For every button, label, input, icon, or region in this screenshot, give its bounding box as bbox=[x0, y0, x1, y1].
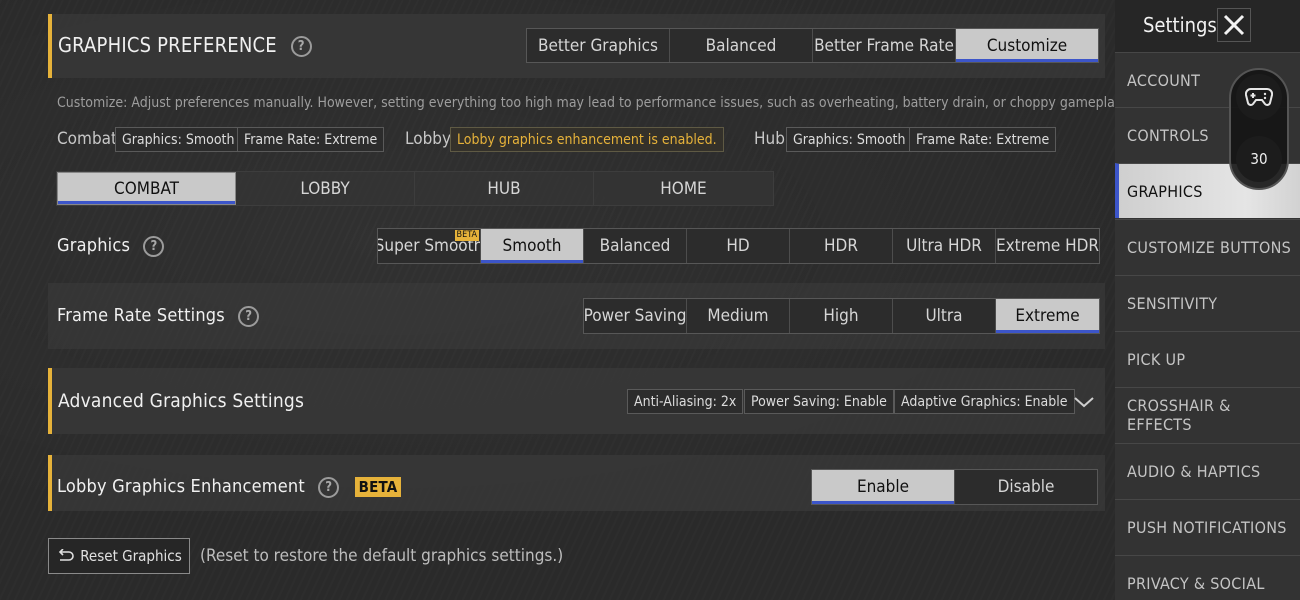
frame-rate-label: Frame Rate Settings ? bbox=[57, 305, 260, 327]
reset-graphics-button[interactable]: Reset Graphics bbox=[48, 538, 190, 574]
frame-rate-selector: Power Saving Medium High Ultra Extreme bbox=[583, 298, 1100, 334]
sidebar-item-customize-buttons[interactable]: CUSTOMIZE BUTTONS bbox=[1115, 219, 1300, 274]
hub-summary-label: Hub bbox=[754, 129, 785, 149]
sidebar-item-pick-up[interactable]: PICK UP bbox=[1115, 331, 1300, 386]
preset-customize[interactable]: Customize bbox=[956, 29, 1098, 62]
help-icon[interactable]: ? bbox=[318, 476, 340, 498]
preset-better-graphics[interactable]: Better Graphics bbox=[527, 29, 670, 62]
graphics-super-smooth[interactable]: Super Smooth BETA bbox=[378, 229, 481, 263]
graphics-preset-selector: Better Graphics Balanced Better Frame Ra… bbox=[526, 28, 1099, 63]
combat-frame-rate-chip: Frame Rate: Extreme bbox=[237, 127, 385, 152]
lobby-enhancement-title: Lobby Graphics Enhancement ? BETA bbox=[57, 476, 402, 498]
graphics-preference-title: GRAPHICS PREFERENCE ? bbox=[58, 33, 312, 57]
anti-aliasing-chip: Anti-Aliasing: 2x bbox=[627, 389, 744, 414]
lobby-enhancement-enable[interactable]: Enable bbox=[812, 470, 955, 504]
lobby-enhancement-toggle: Enable Disable bbox=[811, 469, 1098, 505]
frame-rate-ultra[interactable]: Ultra bbox=[893, 299, 996, 333]
reset-icon bbox=[59, 549, 75, 561]
frame-rate-medium[interactable]: Medium bbox=[687, 299, 790, 333]
tab-home[interactable]: HOME bbox=[594, 172, 773, 205]
help-icon[interactable]: ? bbox=[143, 235, 165, 257]
graphics-extreme-hdr[interactable]: Extreme HDR bbox=[996, 229, 1099, 263]
graphics-balanced[interactable]: Balanced bbox=[584, 229, 687, 263]
frame-rate-extreme[interactable]: Extreme bbox=[996, 299, 1099, 333]
graphics-quality-label: Graphics ? bbox=[57, 235, 165, 257]
graphics-settings-main: GRAPHICS PREFERENCE ? Better Graphics Ba… bbox=[0, 0, 1124, 600]
reset-graphics-label: Reset Graphics bbox=[80, 547, 182, 565]
adaptive-graphics-chip: Adaptive Graphics: Enable bbox=[894, 389, 1075, 414]
floating-fps-widget[interactable]: 30 bbox=[1229, 68, 1289, 190]
settings-title: Settings bbox=[1143, 13, 1217, 37]
help-icon[interactable]: ? bbox=[238, 305, 260, 327]
lobby-summary-label: Lobby bbox=[405, 129, 452, 149]
hub-graphics-chip: Graphics: Smooth bbox=[786, 127, 913, 152]
sidebar-item-push-notifications[interactable]: PUSH NOTIFICATIONS bbox=[1115, 499, 1300, 554]
mode-tabs: COMBAT LOBBY HUB HOME bbox=[56, 171, 774, 206]
beta-badge: BETA bbox=[454, 230, 479, 241]
graphics-quality-selector: Super Smooth BETA Smooth Balanced HD HDR… bbox=[377, 228, 1100, 264]
fps-counter: 30 bbox=[1236, 136, 1282, 182]
chevron-down-icon[interactable] bbox=[1072, 390, 1096, 414]
frame-rate-power-saving[interactable]: Power Saving bbox=[584, 299, 687, 333]
customize-description: Customize: Adjust preferences manually. … bbox=[57, 95, 1125, 111]
sidebar-item-sensitivity[interactable]: SENSITIVITY bbox=[1115, 275, 1300, 330]
sidebar-item-privacy-social[interactable]: PRIVACY & SOCIAL bbox=[1115, 555, 1300, 600]
hub-frame-rate-chip: Frame Rate: Extreme bbox=[909, 127, 1057, 152]
preset-balanced[interactable]: Balanced bbox=[670, 29, 813, 62]
graphics-ultra-hdr[interactable]: Ultra HDR bbox=[893, 229, 996, 263]
sidebar-item-audio-haptics[interactable]: AUDIO & HAPTICS bbox=[1115, 443, 1300, 498]
graphics-smooth[interactable]: Smooth bbox=[481, 229, 584, 263]
reset-hint: (Reset to restore the default graphics s… bbox=[200, 546, 564, 566]
advanced-graphics-title: Advanced Graphics Settings bbox=[58, 390, 305, 412]
preset-better-frame-rate[interactable]: Better Frame Rate bbox=[813, 29, 956, 62]
combat-summary-label: Combat bbox=[57, 129, 118, 149]
beta-badge: BETA bbox=[354, 477, 402, 497]
sidebar-item-crosshair-effects[interactable]: CROSSHAIR & EFFECTS bbox=[1115, 387, 1300, 442]
close-icon[interactable] bbox=[1217, 8, 1251, 42]
power-saving-chip: Power Saving: Enable bbox=[744, 389, 894, 414]
graphics-hdr[interactable]: HDR bbox=[790, 229, 893, 263]
lobby-status-chip: Lobby graphics enhancement is enabled. bbox=[450, 127, 724, 152]
frame-rate-high[interactable]: High bbox=[790, 299, 893, 333]
help-icon[interactable]: ? bbox=[290, 36, 312, 57]
combat-graphics-chip: Graphics: Smooth bbox=[115, 127, 242, 152]
gamepad-icon bbox=[1236, 74, 1282, 120]
tab-combat[interactable]: COMBAT bbox=[57, 172, 236, 205]
tab-lobby[interactable]: LOBBY bbox=[236, 172, 415, 205]
graphics-hd[interactable]: HD bbox=[687, 229, 790, 263]
tab-hub[interactable]: HUB bbox=[415, 172, 594, 205]
lobby-enhancement-disable[interactable]: Disable bbox=[955, 470, 1097, 504]
